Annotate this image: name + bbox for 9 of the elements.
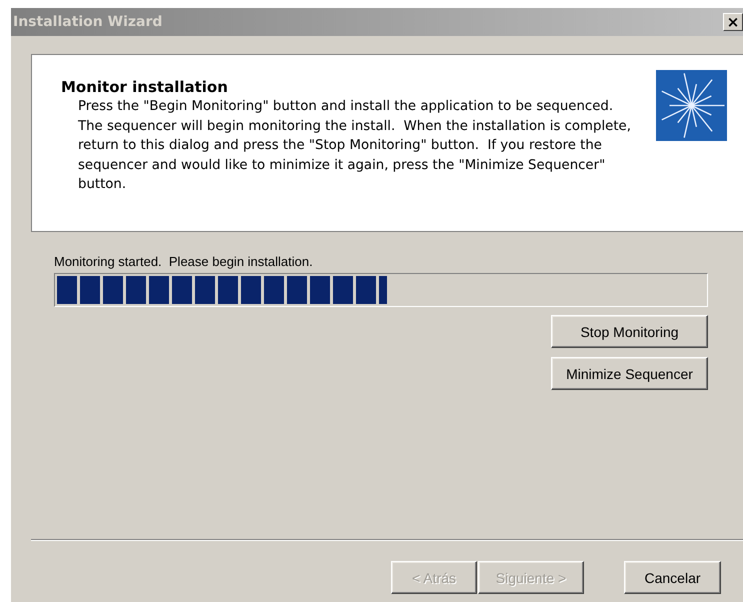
starburst-icon [656,70,727,141]
status-text: Monitoring started. Please begin installation. [54,254,314,269]
stop-monitoring-button[interactable]: Stop Monitoring [551,315,708,348]
step-description: Press the "Begin Monitoring" button and install the application to be sequenced. The sequencer will begin monitoring the install. When the installation is complete, return to this dialog and press the "Stop Monitoring" button. If you restore the sequencer and would like to minimize it again, press the "Minimize Sequencer" button. [78,98,632,194]
cancel-button[interactable]: Cancelar [624,561,721,594]
step-title: Monitor installation [61,78,229,96]
window-title: Installation Wizard [13,14,162,30]
minimize-button[interactable]: Minimize Sequencer [551,357,708,390]
close-button[interactable]: × [723,13,743,31]
